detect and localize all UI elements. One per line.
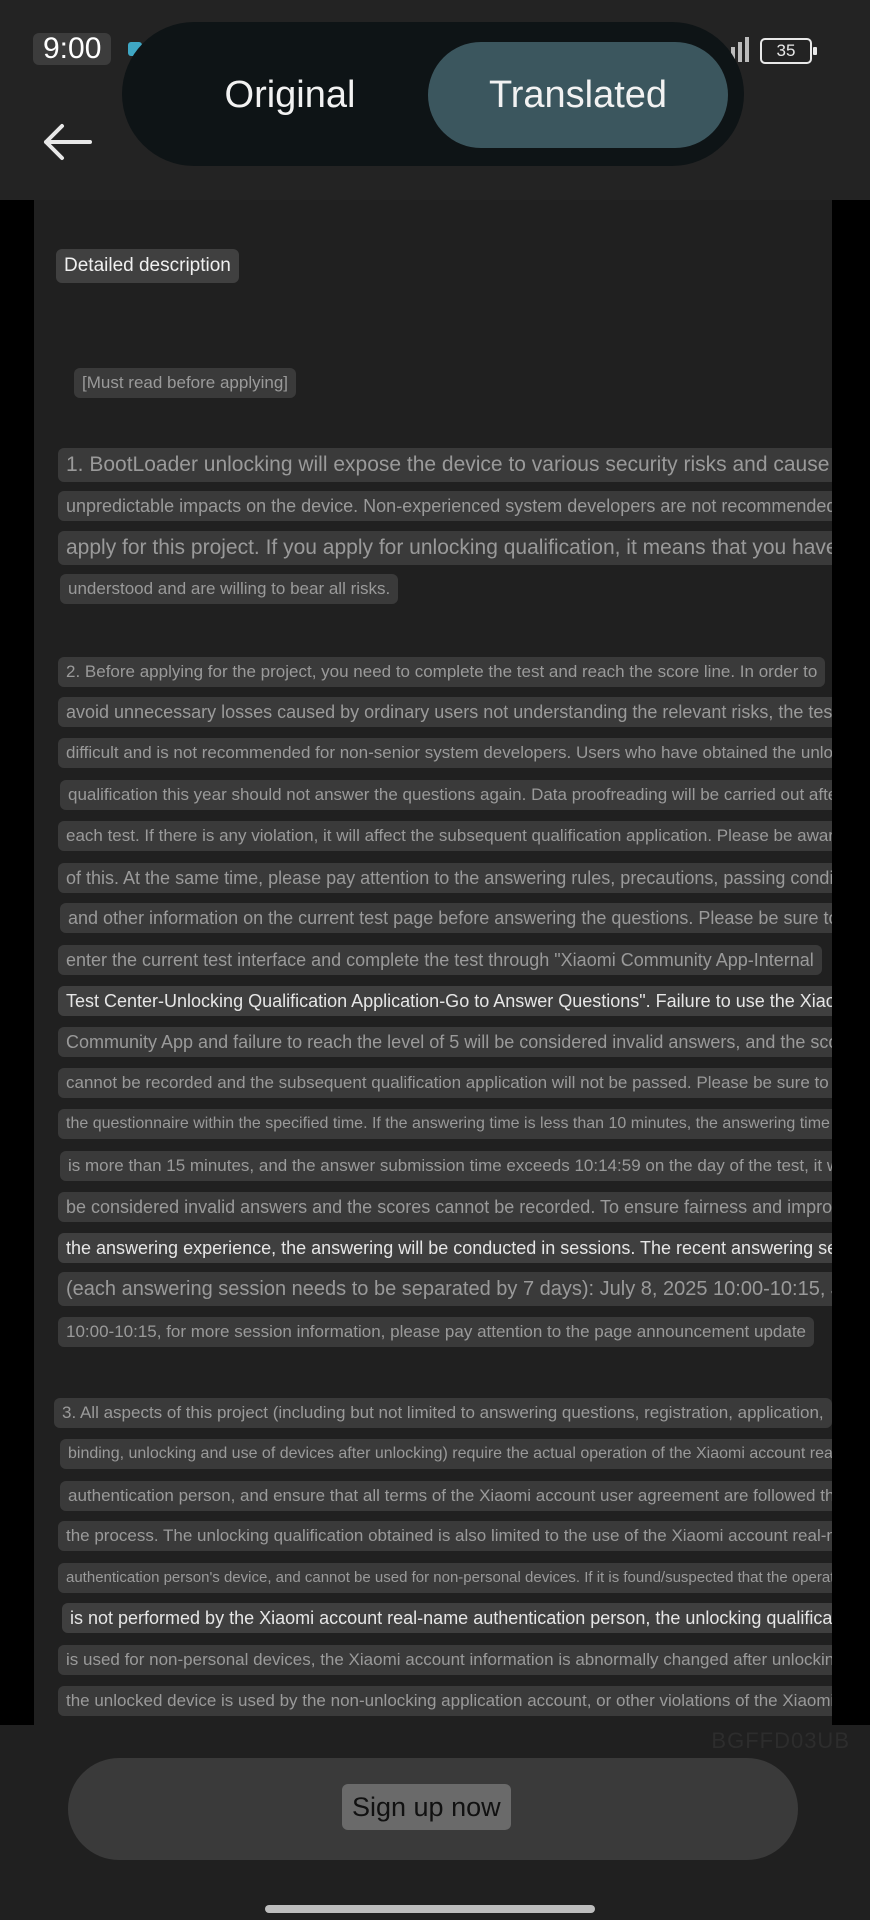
text-line: the questionnaire within the specified t… xyxy=(58,1109,832,1139)
text-line: each test. If there is any violation, it… xyxy=(58,821,832,851)
text-line: the answering experience, the answering … xyxy=(58,1233,832,1263)
top-bar: 9:00 35 Original Translated xyxy=(0,0,870,200)
text-line: is more than 15 minutes, and the answer … xyxy=(60,1151,832,1181)
status-time: 9:00 xyxy=(33,33,112,65)
text-line: cannot be recorded and the subsequent qu… xyxy=(58,1068,832,1098)
sign-up-button[interactable]: Sign up now xyxy=(68,1758,798,1860)
text-line: (each answering session needs to be sepa… xyxy=(58,1272,832,1306)
text-line: binding, unlocking and use of devices af… xyxy=(60,1439,832,1469)
watermark: BGFFD03UB xyxy=(711,1728,850,1753)
back-arrow-icon xyxy=(44,124,92,160)
notice-label: [Must read before applying] xyxy=(74,368,297,398)
text-line: unpredictable impacts on the device. Non… xyxy=(58,491,832,521)
original-translated-toggle: Original Translated xyxy=(122,22,744,166)
text-line: the process. The unlocking qualification… xyxy=(58,1521,832,1551)
text-line: is not performed by the Xiaomi account r… xyxy=(62,1603,832,1633)
text-line: the unlocked device is used by the non-u… xyxy=(58,1686,832,1716)
text-line: 10:00-10:15, for more session informatio… xyxy=(58,1317,814,1347)
back-button[interactable] xyxy=(42,122,94,162)
text-line: of this. At the same time, please pay at… xyxy=(58,863,832,893)
text-line: enter the current test interface and com… xyxy=(58,945,822,975)
tab-translated[interactable]: Translated xyxy=(428,42,728,148)
text-line: Community App and failure to reach the l… xyxy=(58,1027,832,1057)
text-line: qualification this year should not answe… xyxy=(60,780,832,810)
section-title: Detailed description xyxy=(56,249,239,283)
text-line: is used for non-personal devices, the Xi… xyxy=(58,1645,832,1675)
text-line: authentication person, and ensure that a… xyxy=(60,1481,832,1511)
tab-original[interactable]: Original xyxy=(150,42,430,148)
text-line: difficult and is not recommended for non… xyxy=(58,738,832,768)
text-line: understood and are willing to bear all r… xyxy=(60,574,399,604)
text-line: avoid unnecessary losses caused by ordin… xyxy=(58,697,832,727)
text-line: and other information on the current tes… xyxy=(60,903,832,933)
text-line: apply for this project. If you apply for… xyxy=(58,531,832,565)
text-line: 2. Before applying for the project, you … xyxy=(58,657,826,687)
battery-icon: 35 xyxy=(760,38,817,64)
home-indicator[interactable] xyxy=(265,1905,595,1913)
sign-up-label: Sign up now xyxy=(342,1784,511,1830)
text-line: authentication person's device, and cann… xyxy=(58,1563,832,1593)
text-line: be considered invalid answers and the sc… xyxy=(58,1192,832,1222)
text-line: 3. All aspects of this project (includin… xyxy=(54,1398,832,1428)
text-line: 1. BootLoader unlocking will expose the … xyxy=(58,448,832,482)
text-line: Test Center-Unlocking Qualification Appl… xyxy=(58,986,832,1016)
description-content: Detailed description [Must read before a… xyxy=(34,200,832,1725)
